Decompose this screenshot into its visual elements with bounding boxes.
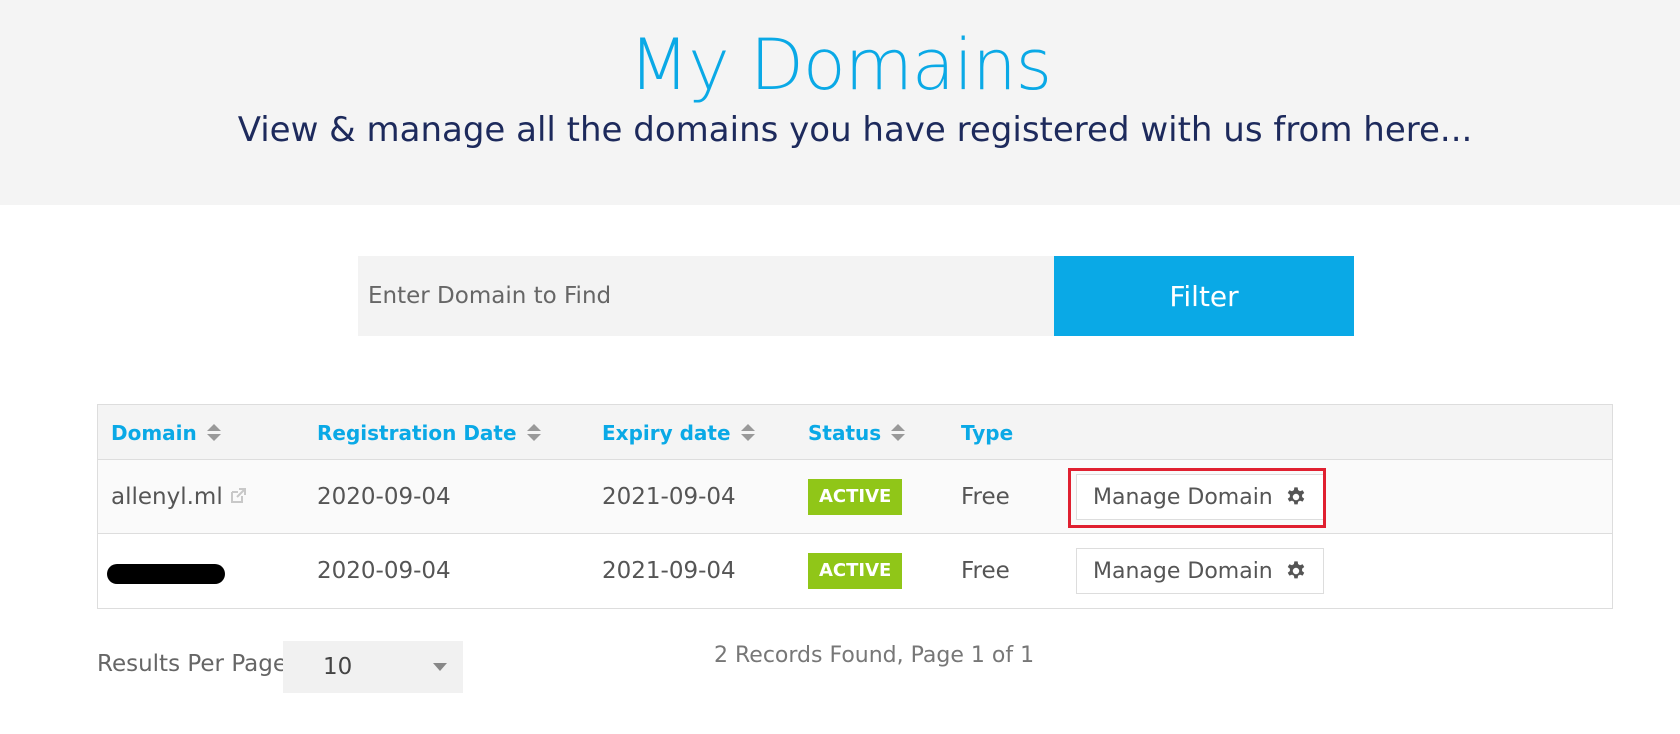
column-header-label: Type (961, 420, 1014, 445)
status-badge: ACTIVE (808, 553, 903, 589)
manage-domain-button[interactable]: Manage Domain (1076, 548, 1324, 594)
action-cell: Manage Domain (1076, 534, 1324, 608)
manage-domain-label: Manage Domain (1093, 484, 1273, 510)
type-cell: Free (961, 558, 1010, 584)
column-header-type: Type (961, 405, 1013, 460)
domains-table: Domain Registration Date Expiry date Sta… (97, 404, 1613, 609)
status-cell: ACTIVE (808, 460, 903, 534)
column-header-status[interactable]: Status (808, 405, 906, 460)
table-header: Domain Registration Date Expiry date Sta… (98, 405, 1612, 460)
registration-date-cell: 2020-09-04 (317, 484, 451, 510)
table-row: allenyl.ml 2020-09-04 2021-09-04 ACTIVE … (98, 460, 1612, 534)
column-header-label: Expiry date (602, 420, 731, 445)
domain-search-input[interactable] (358, 256, 1054, 336)
domain-search-form: Filter (358, 256, 1354, 336)
sort-icon[interactable] (526, 423, 541, 442)
manage-domain-label: Manage Domain (1093, 558, 1273, 584)
sort-icon[interactable] (891, 423, 906, 442)
filter-button[interactable]: Filter (1054, 256, 1354, 336)
status-badge: ACTIVE (808, 479, 903, 515)
column-header-registration-date[interactable]: Registration Date (317, 405, 541, 460)
page-title: My Domains (628, 24, 1052, 106)
column-header-label: Registration Date (317, 420, 517, 445)
domain-cell (107, 534, 225, 608)
page-subtitle: View & manage all the domains you have r… (237, 110, 1473, 150)
results-per-page-select[interactable]: 10 (283, 641, 463, 693)
table-row: 2020-09-04 2021-09-04 ACTIVE Free Manage… (98, 534, 1612, 608)
column-header-label: Domain (111, 420, 197, 445)
column-header-label: Status (808, 420, 882, 445)
records-info: 2 Records Found, Page 1 of 1 (714, 643, 1035, 668)
column-header-expiry-date[interactable]: Expiry date (602, 405, 755, 460)
status-cell: ACTIVE (808, 534, 903, 608)
domain-cell: allenyl.ml (111, 460, 247, 534)
registration-date-cell: 2020-09-04 (317, 558, 451, 584)
redacted-domain (107, 564, 225, 584)
sort-icon[interactable] (206, 423, 221, 442)
manage-domain-button[interactable]: Manage Domain (1076, 474, 1324, 520)
expiry-date-cell: 2021-09-04 (602, 558, 736, 584)
chevron-down-icon (433, 663, 447, 671)
results-per-page-label: Results Per Page: (97, 651, 295, 677)
expiry-date-cell: 2021-09-04 (602, 484, 736, 510)
page-header: My Domains View & manage all the domains… (0, 0, 1680, 205)
type-cell: Free (961, 484, 1010, 510)
external-link-icon[interactable] (229, 487, 247, 505)
domain-link[interactable]: allenyl.ml (111, 484, 223, 510)
action-cell: Manage Domain (1076, 460, 1324, 534)
sort-icon[interactable] (740, 423, 755, 442)
column-header-domain[interactable]: Domain (111, 405, 221, 460)
gear-icon (1287, 561, 1304, 579)
gear-icon (1287, 487, 1304, 505)
results-per-page-value: 10 (323, 654, 353, 680)
